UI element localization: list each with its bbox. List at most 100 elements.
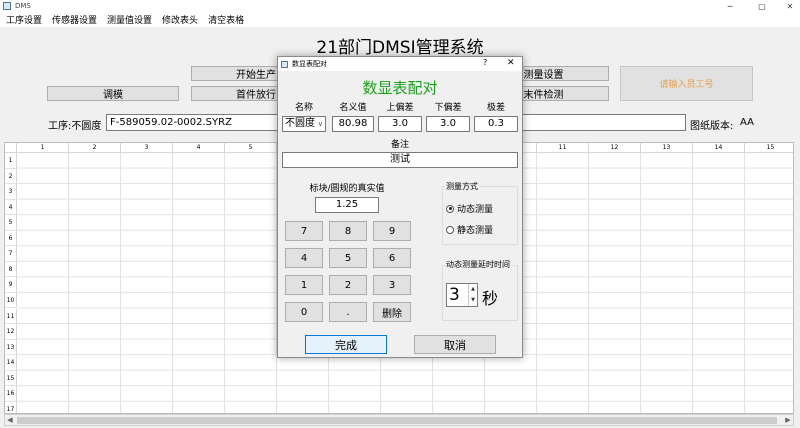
- key-8[interactable]: 8: [329, 221, 367, 241]
- row-header[interactable]: 2: [5, 168, 17, 185]
- dialog-heading: 数显表配对: [362, 79, 438, 97]
- key-7[interactable]: 7: [285, 221, 323, 241]
- range-label: 极差: [486, 103, 505, 113]
- row-header[interactable]: 16: [5, 386, 17, 402]
- key-1[interactable]: 1: [285, 275, 323, 295]
- close-icon[interactable]: ✕: [780, 0, 800, 12]
- key-5[interactable]: 5: [329, 248, 367, 268]
- column-header[interactable]: 2: [69, 143, 121, 153]
- upper-deviation-field[interactable]: 3.0: [378, 116, 422, 132]
- range-field[interactable]: 0.3: [474, 116, 518, 132]
- pairing-dialog: 数显表配对 ? ✕ 数显表配对 名称 名义值 上偏差 下偏差 极差 不圆度 ∨ …: [277, 56, 523, 358]
- row-header[interactable]: 8: [5, 261, 17, 278]
- static-measure-label: 静态测量: [457, 226, 494, 236]
- upper-deviation-label: 上偏差: [386, 103, 414, 113]
- menu-measure-value-settings[interactable]: 测量值设置: [101, 13, 156, 26]
- column-header[interactable]: 1: [17, 143, 69, 153]
- confirm-button[interactable]: 完成: [305, 335, 387, 354]
- key-3[interactable]: 3: [373, 275, 411, 295]
- row-header[interactable]: 15: [5, 370, 17, 387]
- scroll-left-icon[interactable]: ◀: [5, 415, 15, 425]
- column-header[interactable]: 5: [225, 143, 277, 153]
- dialog-title: 数显表配对: [292, 60, 327, 68]
- help-icon[interactable]: ?: [483, 58, 487, 67]
- app-icon: [3, 2, 11, 10]
- name-label: 名称: [294, 103, 313, 113]
- row-header[interactable]: 10: [5, 292, 17, 309]
- row-header[interactable]: 3: [5, 184, 17, 200]
- scroll-right-icon[interactable]: ▶: [783, 415, 793, 425]
- process-code-field-ext: [522, 114, 686, 131]
- column-header[interactable]: 4: [173, 143, 225, 153]
- row-header[interactable]: 1: [5, 153, 17, 169]
- column-header[interactable]: 13: [641, 143, 693, 153]
- row-header[interactable]: 7: [5, 246, 17, 262]
- row-header[interactable]: 12: [5, 324, 17, 340]
- drawing-version-value: AA: [740, 117, 754, 128]
- process-label: 工序:不圆度: [48, 117, 101, 132]
- delay-group-title: 动态测量延时时间: [445, 259, 511, 270]
- process-name: 不圆度: [71, 121, 102, 132]
- key-9[interactable]: 9: [373, 221, 411, 241]
- row-header[interactable]: 5: [5, 215, 17, 231]
- row-header[interactable]: 11: [5, 308, 17, 325]
- key-2[interactable]: 2: [329, 275, 367, 295]
- nominal-field[interactable]: 80.98: [332, 116, 374, 132]
- chevron-down-icon: ∨: [317, 120, 323, 128]
- menu-clear-table[interactable]: 清空表格: [202, 13, 248, 26]
- adjust-mold-button[interactable]: 调模: [47, 86, 179, 101]
- lower-deviation-field[interactable]: 3.0: [426, 116, 470, 132]
- process-label-text: 工序:: [48, 121, 72, 132]
- nominal-label: 名义值: [339, 103, 367, 113]
- table-corner: [5, 143, 17, 153]
- key-dot[interactable]: .: [329, 302, 367, 322]
- key-0[interactable]: 0: [285, 302, 323, 322]
- key-4[interactable]: 4: [285, 248, 323, 268]
- true-value-label: 标块/圆规的真实值: [309, 184, 385, 194]
- row-header[interactable]: 9: [5, 277, 17, 293]
- dynamic-measure-radio[interactable]: 动态测量: [446, 202, 493, 215]
- delay-unit: 秒: [482, 289, 499, 308]
- true-value-field[interactable]: 1.25: [315, 197, 379, 213]
- dialog-close-icon[interactable]: ✕: [507, 58, 515, 68]
- window-titlebar: DMS ─ ▢ ✕: [0, 0, 800, 12]
- row-header[interactable]: 4: [5, 199, 17, 216]
- column-header[interactable]: 3: [121, 143, 173, 153]
- maximize-icon[interactable]: ▢: [752, 0, 772, 12]
- horizontal-scrollbar[interactable]: ◀ ▶: [4, 414, 794, 426]
- employee-id-button[interactable]: 请输入员工号: [620, 66, 753, 101]
- row-header[interactable]: 6: [5, 230, 17, 247]
- column-header[interactable]: 15: [745, 143, 793, 153]
- minimize-icon[interactable]: ─: [720, 0, 740, 12]
- spin-arrows-icon[interactable]: ▲ ▼: [468, 284, 477, 306]
- lower-deviation-label: 下偏差: [434, 103, 462, 113]
- menu-edit-header[interactable]: 修改表头: [156, 13, 202, 26]
- note-field[interactable]: 测试: [282, 152, 518, 168]
- column-header[interactable]: 14: [693, 143, 745, 153]
- dynamic-measure-label: 动态测量: [457, 205, 494, 215]
- measure-mode-title: 测量方式: [445, 181, 479, 192]
- measure-mode-group: [442, 186, 518, 245]
- menu-process-settings[interactable]: 工序设置: [0, 13, 46, 26]
- note-label: 备注: [390, 140, 409, 150]
- name-select-value: 不圆度: [285, 118, 315, 129]
- menu-bar: 工序设置 传感器设置 测量值设置 修改表头 清空表格: [0, 12, 800, 27]
- app-title: 21部门DMSI管理系统: [316, 38, 484, 58]
- column-header[interactable]: 11: [537, 143, 589, 153]
- cancel-button[interactable]: 取消: [414, 335, 496, 354]
- menu-sensor-settings[interactable]: 传感器设置: [46, 13, 101, 26]
- scroll-thumb[interactable]: [17, 417, 777, 424]
- radio-checked-icon: [446, 204, 454, 213]
- static-measure-radio[interactable]: 静态测量: [446, 223, 493, 236]
- row-header[interactable]: 14: [5, 355, 17, 371]
- drawing-version-label: 图纸版本:: [690, 121, 734, 132]
- column-header[interactable]: 12: [589, 143, 641, 153]
- name-select[interactable]: 不圆度 ∨: [282, 116, 326, 132]
- process-code-field[interactable]: F-589059.02-0002.SYRZ: [106, 114, 278, 131]
- row-header[interactable]: 13: [5, 339, 17, 356]
- key-6[interactable]: 6: [373, 248, 411, 268]
- delay-value: 3: [449, 285, 460, 305]
- delay-spinbox[interactable]: 3 ▲ ▼: [446, 283, 478, 307]
- row-header[interactable]: 17: [5, 401, 17, 413]
- key-delete[interactable]: 删除: [373, 302, 411, 322]
